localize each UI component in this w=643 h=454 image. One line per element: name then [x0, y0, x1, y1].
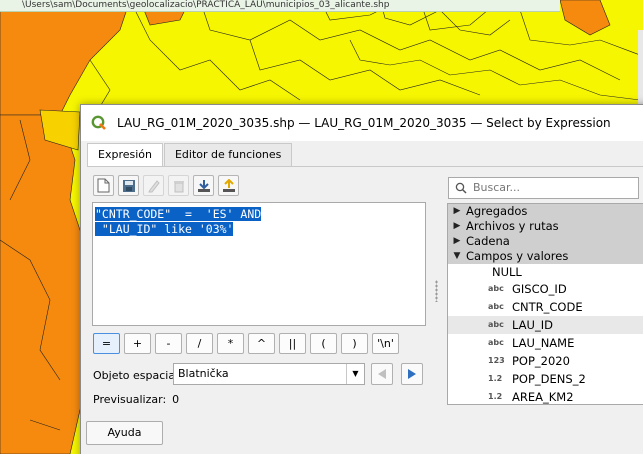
- import-button[interactable]: [193, 175, 214, 196]
- field-type-badge: abc: [488, 284, 504, 293]
- operator-multiply-button[interactable]: *: [217, 333, 244, 354]
- chevron-right-icon: ▶: [453, 236, 461, 246]
- field-type-badge: abc: [488, 302, 504, 311]
- field-item[interactable]: 1.2 AREA_KM2: [448, 388, 643, 404]
- triangle-right-icon: [408, 369, 416, 379]
- select-by-expression-dialog: LAU_RG_01M_2020_3035.shp — LAU_RG_01M_20…: [80, 104, 643, 454]
- expression-toolbar: [93, 175, 243, 196]
- tab-bar: Expresión Editor de funciones: [87, 143, 293, 167]
- field-name: CNTR_CODE: [512, 300, 583, 314]
- chevron-right-icon: ▶: [453, 221, 461, 231]
- field-item[interactable]: abc GISCO_ID: [448, 280, 643, 298]
- dialog-titlebar[interactable]: LAU_RG_01M_2020_3035.shp — LAU_RG_01M_20…: [81, 105, 643, 141]
- search-placeholder: Buscar...: [473, 181, 521, 194]
- field-name: GISCO_ID: [512, 282, 567, 296]
- field-type-badge: 1.2: [488, 374, 503, 383]
- operator-equals-button[interactable]: =: [93, 333, 120, 354]
- help-button[interactable]: Ayuda: [86, 421, 163, 445]
- field-type-badge: abc: [488, 320, 504, 329]
- operator-divide-button[interactable]: /: [186, 333, 213, 354]
- function-tree: ▶ Agregados ▶ Archivos y rutas ▶ Cadena …: [447, 203, 643, 405]
- dialog-title: LAU_RG_01M_2020_3035.shp — LAU_RG_01M_20…: [117, 116, 611, 130]
- field-name: LAU_ID: [512, 318, 553, 332]
- pencil-icon: [147, 179, 160, 192]
- tree-group-campos[interactable]: ▼ Campos y valores: [448, 249, 643, 264]
- spatial-object-value: Blatnička: [178, 367, 229, 380]
- delete-button[interactable]: [168, 175, 189, 196]
- field-item[interactable]: abc LAU_NAME: [448, 334, 643, 352]
- file-path-bar: \Users\sam\Documents\geolocalizacio\PRÁC…: [0, 0, 560, 12]
- tree-group-label: Archivos y rutas: [466, 219, 559, 233]
- expression-editor[interactable]: "CNTR_CODE" = 'ES' AND "LAU_ID" like '03…: [92, 202, 426, 326]
- next-feature-button[interactable]: [401, 363, 423, 385]
- triangle-left-icon: [378, 369, 386, 379]
- tree-group-archivos[interactable]: ▶ Archivos y rutas: [448, 219, 643, 234]
- new-file-button[interactable]: [93, 175, 114, 196]
- tab-divider: [87, 166, 643, 167]
- operator-power-button[interactable]: ^: [248, 333, 275, 354]
- field-name: AREA_KM2: [512, 390, 574, 404]
- field-name: POP_2020: [512, 354, 570, 368]
- field-type-badge: 123: [488, 356, 505, 365]
- field-item[interactable]: abc LAU_ID: [448, 316, 643, 334]
- operator-concat-button[interactable]: ||: [279, 333, 306, 354]
- previous-feature-button[interactable]: [371, 363, 393, 385]
- spatial-object-label: Objeto espacial: [93, 369, 179, 382]
- search-input[interactable]: Buscar...: [448, 177, 639, 199]
- expression-line-2: "LAU_ID" like '03%': [95, 222, 234, 236]
- tree-group-cadena[interactable]: ▶ Cadena: [448, 234, 643, 249]
- operator-close-paren-button[interactable]: ): [341, 333, 368, 354]
- field-item[interactable]: 1.2 POP_DENS_2: [448, 370, 643, 388]
- chevron-right-icon: ▶: [453, 206, 461, 216]
- operator-open-paren-button[interactable]: (: [310, 333, 337, 354]
- save-button[interactable]: [118, 175, 139, 196]
- spatial-object-select[interactable]: Blatnička ▼: [173, 363, 365, 385]
- panel-splitter[interactable]: [435, 280, 438, 302]
- tree-group-label: Agregados: [466, 204, 528, 218]
- null-label: NULL: [492, 265, 522, 279]
- export-icon: [222, 178, 235, 192]
- field-item[interactable]: 123 POP_2020: [448, 352, 643, 370]
- tab-function-editor[interactable]: Editor de funciones: [163, 143, 293, 167]
- save-icon: [122, 179, 135, 192]
- list-item-null[interactable]: NULL: [448, 264, 643, 280]
- import-icon: [197, 179, 210, 192]
- field-name: LAU_NAME: [512, 336, 575, 350]
- new-file-icon: [97, 178, 110, 193]
- field-item[interactable]: abc CNTR_CODE: [448, 298, 643, 316]
- search-icon: [455, 182, 467, 194]
- tree-group-label: Campos y valores: [466, 249, 569, 263]
- preview-value: 0: [172, 393, 180, 406]
- qgis-logo-icon: [91, 115, 106, 130]
- tab-expression[interactable]: Expresión: [87, 143, 163, 167]
- chevron-down-icon[interactable]: ▼: [346, 364, 364, 384]
- field-name: POP_DENS_2: [512, 372, 586, 386]
- expression-line-1: "CNTR_CODE" = 'ES' AND: [95, 207, 262, 221]
- tree-group-label: Cadena: [466, 234, 510, 248]
- field-type-badge: abc: [488, 338, 504, 347]
- edit-button[interactable]: [143, 175, 164, 196]
- preview-label: Previsualizar:: [93, 393, 167, 406]
- chevron-down-icon: ▼: [453, 251, 461, 261]
- trash-icon: [173, 180, 184, 192]
- operator-newline-button[interactable]: '\n': [372, 333, 399, 354]
- export-button[interactable]: [218, 175, 239, 196]
- operator-plus-button[interactable]: +: [124, 333, 151, 354]
- operator-buttons: = + - / * ^ || ( ) '\n': [93, 333, 403, 354]
- field-type-badge: 1.2: [488, 392, 503, 401]
- operator-minus-button[interactable]: -: [155, 333, 182, 354]
- preview-row: Previsualizar: 0: [93, 393, 179, 406]
- tree-group-agregados[interactable]: ▶ Agregados: [448, 204, 643, 219]
